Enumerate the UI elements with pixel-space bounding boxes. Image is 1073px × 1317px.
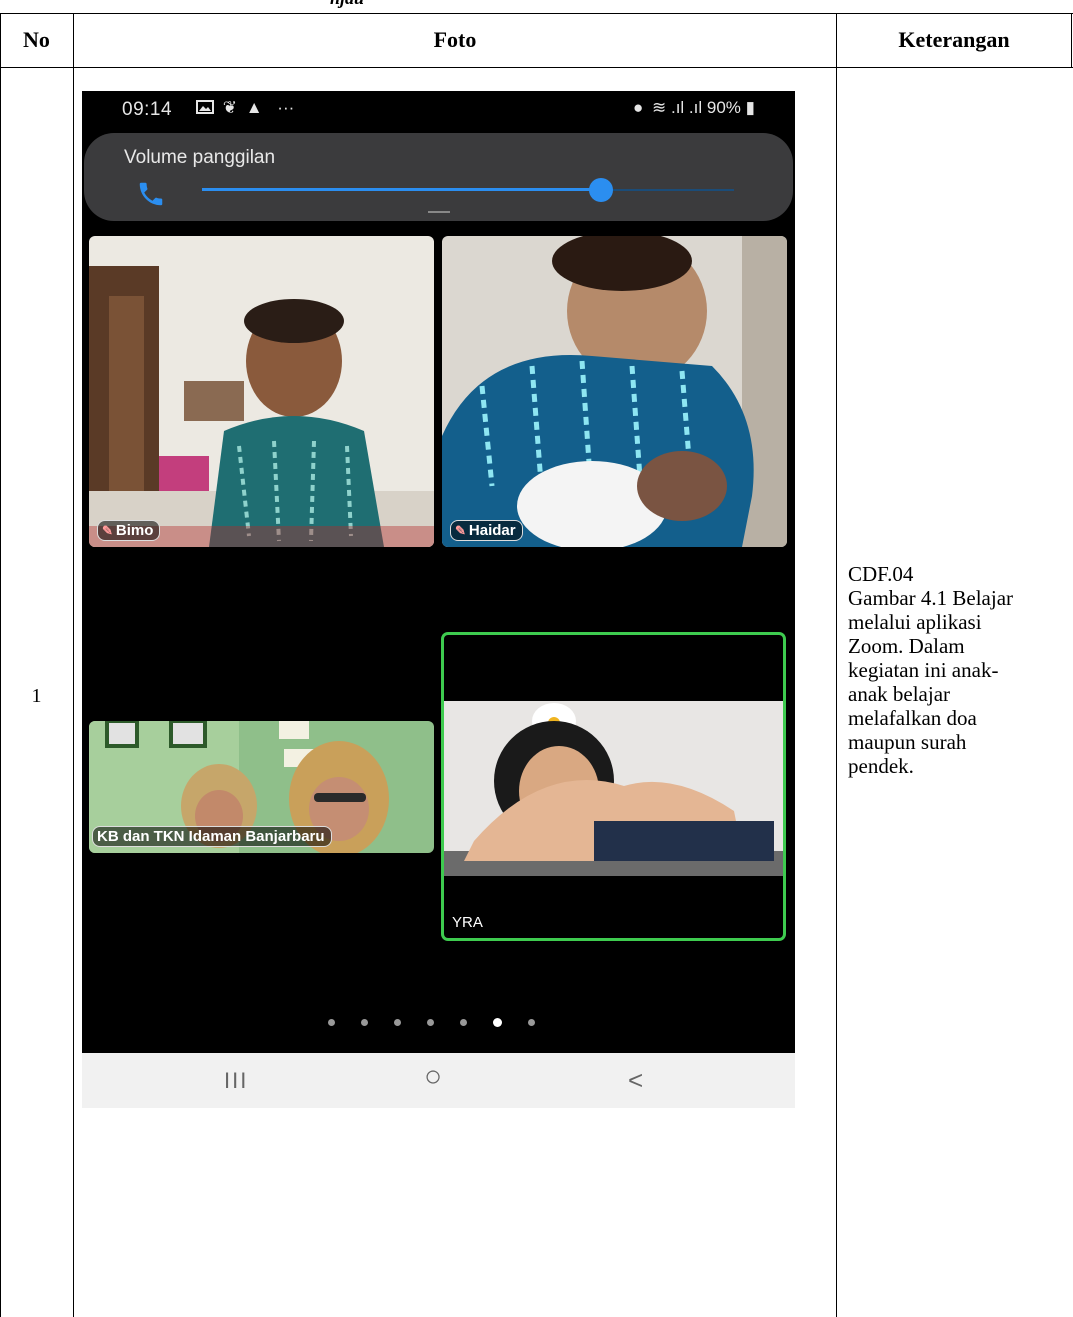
more-notifications-icon: ··· bbox=[277, 98, 295, 117]
header-keterangan: Keterangan bbox=[898, 27, 1010, 52]
participant-tile-yra[interactable]: YRA bbox=[441, 632, 786, 941]
name-tag-kb-tkn: KB dan TKN Idaman Banjarbaru bbox=[92, 826, 332, 847]
description-line: melafalkan doa bbox=[848, 706, 977, 730]
table-col-divider-1 bbox=[73, 13, 74, 1317]
gallery-icon bbox=[196, 100, 214, 114]
participant-name: KB dan TKN Idaman Banjarbaru bbox=[97, 828, 325, 845]
status-bar: 09:14 ❦ ▲ ··· ● ≋ .ıl .ıl 90% ▮ bbox=[82, 91, 795, 129]
cut-off-caption: njau bbox=[330, 0, 364, 9]
name-tag-bimo: ✎ Bimo bbox=[97, 520, 161, 541]
page-dot[interactable] bbox=[528, 1019, 535, 1026]
warning-icon: ▲ bbox=[245, 98, 263, 117]
page-dot[interactable] bbox=[460, 1019, 467, 1026]
home-button[interactable]: ○ bbox=[424, 1060, 442, 1094]
description-line: pendek. bbox=[848, 754, 914, 778]
row-number: 1 bbox=[31, 685, 42, 707]
description-line: Zoom. Dalam bbox=[848, 634, 965, 658]
page-dot-active[interactable] bbox=[493, 1018, 502, 1027]
participant-name: Bimo bbox=[115, 522, 154, 539]
recent-apps-button[interactable]: III bbox=[224, 1068, 248, 1094]
participant-video-haidar bbox=[442, 236, 787, 547]
battery-level: 90% bbox=[706, 98, 741, 117]
zoom-screenshot-photo: 09:14 ❦ ▲ ··· ● ≋ .ıl .ıl 90% ▮ Volume p… bbox=[82, 91, 795, 1108]
page-dot[interactable] bbox=[328, 1019, 335, 1026]
participant-tile-kb-tkn[interactable]: KB dan TKN Idaman Banjarbaru bbox=[89, 721, 434, 853]
status-right: ● ≋ .ıl .ıl 90% ▮ bbox=[633, 98, 755, 118]
page-dot[interactable] bbox=[427, 1019, 434, 1026]
description-line: kegiatan ini anak- bbox=[848, 658, 999, 682]
participant-name: Haidar bbox=[468, 522, 516, 539]
name-tag-haidar: ✎ Haidar bbox=[450, 520, 523, 541]
mic-muted-icon: ✎ bbox=[455, 523, 466, 538]
android-nav-bar: III ○ < bbox=[82, 1053, 795, 1108]
participant-video-bimo bbox=[89, 236, 434, 547]
panel-drag-handle[interactable] bbox=[428, 211, 450, 213]
volume-title: Volume panggilan bbox=[124, 147, 276, 168]
page-dot[interactable] bbox=[361, 1019, 368, 1026]
phone-call-icon bbox=[139, 182, 163, 206]
table-right-border bbox=[1071, 13, 1072, 68]
description-line: Gambar 4.1 Belajar bbox=[848, 586, 1014, 610]
description-line: maupun surah bbox=[848, 730, 967, 754]
participant-tile-bimo[interactable]: ✎ Bimo bbox=[89, 236, 434, 547]
volume-slider-knob[interactable] bbox=[589, 178, 613, 202]
header-foto: Foto bbox=[433, 27, 477, 52]
notification-icons: ❦ ▲ ··· bbox=[196, 98, 294, 118]
participant-video-yra bbox=[444, 701, 783, 876]
page-indicator bbox=[328, 1018, 535, 1027]
row-description: CDF.04 Gambar 4.1 Belajar melalui aplika… bbox=[848, 562, 1070, 778]
mic-muted-icon: ✎ bbox=[102, 523, 113, 538]
description-line: anak belajar bbox=[848, 682, 951, 706]
table-header-border bbox=[0, 67, 1073, 68]
status-time: 09:14 bbox=[122, 99, 173, 120]
location-icon: ● bbox=[632, 98, 644, 117]
page-dot[interactable] bbox=[394, 1019, 401, 1026]
table-col-divider-2 bbox=[836, 13, 837, 1317]
name-tag-yra: YRA bbox=[448, 913, 489, 932]
app-notification-icon: ❦ bbox=[222, 98, 237, 117]
description-line: CDF.04 bbox=[848, 562, 914, 586]
header-no: No bbox=[23, 27, 50, 52]
participant-name: YRA bbox=[452, 914, 483, 931]
table-left-border bbox=[0, 13, 1, 1317]
volume-panel: Volume panggilan bbox=[84, 133, 793, 221]
signal-icon: .ıl .ıl bbox=[670, 98, 703, 117]
description-line: melalui aplikasi bbox=[848, 610, 982, 634]
back-button[interactable]: < bbox=[628, 1065, 643, 1096]
battery-icon: ▮ bbox=[745, 98, 755, 117]
volume-fill bbox=[202, 188, 601, 191]
wifi-icon: ≋ bbox=[651, 98, 667, 117]
participant-tile-haidar[interactable]: ✎ Haidar bbox=[442, 236, 787, 547]
